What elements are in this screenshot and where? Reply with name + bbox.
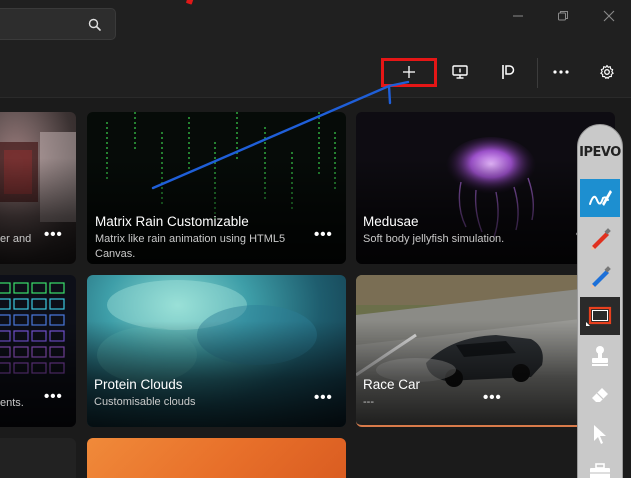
plus-icon bbox=[403, 66, 415, 78]
minimize-icon bbox=[513, 15, 523, 17]
cursor-icon bbox=[594, 425, 606, 444]
tile-gradient bbox=[87, 320, 346, 427]
stamp-icon bbox=[592, 346, 608, 366]
stamp-tool[interactable] bbox=[580, 337, 620, 375]
annotation-mark bbox=[185, 0, 195, 5]
tile-title: Medusae bbox=[363, 214, 419, 229]
cursor-tool[interactable] bbox=[580, 415, 620, 453]
gear-icon bbox=[600, 64, 614, 79]
toolbox-icon bbox=[590, 463, 610, 478]
search-input[interactable] bbox=[5, 16, 75, 34]
tile-title: Protein Clouds bbox=[94, 377, 183, 392]
close-button[interactable] bbox=[598, 5, 620, 27]
tile-title: Matrix Rain Customizable bbox=[95, 214, 249, 229]
more-icon bbox=[553, 70, 569, 74]
rectangle-tool[interactable] bbox=[580, 297, 620, 335]
toolbox-tool[interactable] bbox=[580, 453, 620, 478]
search-box[interactable] bbox=[0, 8, 116, 40]
handwriting-tool[interactable] bbox=[580, 179, 620, 217]
minimize-button[interactable] bbox=[507, 5, 529, 27]
blue-pen-icon bbox=[591, 266, 611, 288]
ipevo-logo: IPEVO bbox=[579, 145, 621, 160]
pin-button[interactable] bbox=[494, 58, 522, 86]
eraser-icon bbox=[592, 388, 608, 402]
app-window: er and ••• Matrix Rain Customizable Matr… bbox=[0, 0, 631, 478]
rectangle-icon bbox=[586, 306, 612, 326]
tile-more-button[interactable]: ••• bbox=[314, 389, 333, 406]
wallpaper-tile[interactable]: Matrix Rain Customizable Matrix like rai… bbox=[87, 112, 346, 264]
tile-description: er and bbox=[0, 233, 32, 245]
wallpaper-tile[interactable] bbox=[0, 438, 76, 478]
search-icon[interactable] bbox=[87, 17, 103, 33]
more-options-button[interactable] bbox=[547, 58, 575, 86]
wallpaper-tile[interactable]: er and ••• bbox=[0, 112, 76, 264]
tile-description: Soft body jellyfish simulation. bbox=[363, 233, 505, 245]
tile-gradient bbox=[0, 320, 76, 427]
restore-icon bbox=[558, 11, 568, 21]
wallpaper-grid: er and ••• Matrix Rain Customizable Matr… bbox=[0, 98, 631, 478]
wallpaper-tile[interactable]: Protein Clouds Customisable clouds ••• bbox=[87, 275, 346, 427]
wallpaper-tile[interactable] bbox=[87, 438, 346, 478]
monitor-icon bbox=[452, 65, 468, 79]
tile-more-button[interactable]: ••• bbox=[314, 226, 333, 243]
add-wallpaper-button[interactable] bbox=[395, 58, 423, 86]
tile-more-button[interactable]: ••• bbox=[44, 226, 63, 243]
tile-more-button[interactable]: ••• bbox=[483, 389, 502, 406]
monitor-button[interactable] bbox=[446, 58, 474, 86]
red-pen-tool[interactable] bbox=[580, 219, 620, 257]
ipevo-annotation-toolbar: IPEVO bbox=[577, 124, 623, 478]
eraser-tool[interactable] bbox=[580, 375, 620, 413]
tile-title: Race Car bbox=[363, 377, 421, 392]
toolbar-separator bbox=[537, 58, 538, 88]
maximize-button[interactable] bbox=[552, 5, 574, 27]
tile-description: Matrix like rain animation using HTML5 C… bbox=[95, 233, 286, 260]
close-icon bbox=[603, 10, 615, 22]
tile-description: Customisable clouds bbox=[94, 396, 196, 408]
red-pen-icon bbox=[591, 228, 611, 250]
tile-gradient bbox=[0, 157, 76, 264]
tile-more-button[interactable]: ••• bbox=[44, 388, 63, 405]
settings-button[interactable] bbox=[593, 58, 621, 86]
pin-icon bbox=[502, 65, 515, 79]
tile-description: ents. bbox=[0, 397, 24, 409]
tile-description: --- bbox=[363, 396, 374, 408]
wallpaper-tile[interactable]: ents. ••• bbox=[0, 275, 76, 427]
handwriting-icon bbox=[589, 190, 612, 206]
blue-pen-tool[interactable] bbox=[580, 257, 620, 295]
